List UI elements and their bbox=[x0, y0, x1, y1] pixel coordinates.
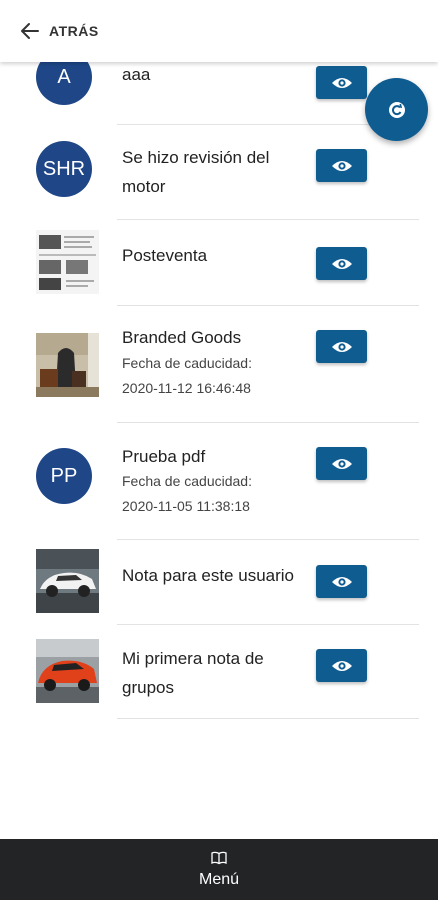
back-label: ATRÁS bbox=[49, 23, 99, 39]
list-item[interactable]: Nota para este usuario bbox=[0, 540, 438, 625]
note-title: aaa bbox=[122, 65, 151, 84]
note-title: Branded Goods bbox=[122, 328, 242, 347]
note-title: Nota para este usuario bbox=[122, 566, 294, 585]
bags-photo bbox=[36, 333, 99, 397]
white-car-photo bbox=[36, 549, 99, 613]
book-icon bbox=[211, 851, 227, 864]
bottom-menu-button[interactable]: Menú bbox=[0, 839, 438, 900]
expiry-label: Fecha de caducidad: bbox=[122, 473, 252, 489]
note-title: Prueba pdf bbox=[122, 447, 206, 466]
view-button[interactable] bbox=[316, 330, 367, 363]
expiry-label: Fecha de caducidad: bbox=[122, 355, 252, 371]
refresh-fab[interactable] bbox=[365, 78, 428, 141]
avatar: PP bbox=[36, 448, 92, 504]
document-thumbnail-image bbox=[36, 230, 99, 294]
menu-label: Menú bbox=[198, 870, 240, 888]
divider bbox=[117, 718, 419, 719]
view-button[interactable] bbox=[316, 447, 367, 480]
eye-icon bbox=[331, 258, 352, 269]
avatar: SHR bbox=[36, 141, 92, 197]
note-title-line2: grupos bbox=[122, 678, 174, 697]
document-thumbnail bbox=[36, 230, 99, 294]
note-title: Se hizo revisión del bbox=[122, 148, 270, 167]
list-item[interactable]: SHR Se hizo revisión del motor bbox=[0, 125, 438, 220]
list-item[interactable]: PP Prueba pdf Fecha de caducidad: 2020-1… bbox=[0, 423, 438, 540]
view-button[interactable] bbox=[316, 149, 367, 182]
view-button[interactable] bbox=[316, 565, 367, 598]
note-title: Mi primera nota de bbox=[122, 649, 264, 668]
list-item[interactable]: Branded Goods Fecha de caducidad: 2020-1… bbox=[0, 306, 438, 423]
view-button[interactable] bbox=[316, 649, 367, 682]
list-item[interactable]: Posteventa bbox=[0, 220, 438, 306]
bags-thumbnail bbox=[36, 333, 99, 397]
eye-icon bbox=[331, 576, 352, 587]
white-car-thumbnail bbox=[36, 549, 99, 613]
expiry-date: 2020-11-12 16:46:48 bbox=[122, 380, 251, 396]
refresh-icon bbox=[388, 101, 405, 118]
red-car-thumbnail bbox=[36, 639, 99, 703]
eye-icon bbox=[331, 160, 352, 171]
view-button[interactable] bbox=[316, 247, 367, 280]
eye-icon bbox=[331, 77, 352, 88]
arrow-left-icon bbox=[21, 23, 39, 39]
note-title-line2: motor bbox=[122, 177, 166, 196]
eye-icon bbox=[331, 660, 352, 671]
view-button[interactable] bbox=[316, 66, 367, 99]
app-header: ATRÁS bbox=[0, 0, 438, 62]
back-button[interactable]: ATRÁS bbox=[20, 21, 99, 41]
list-item[interactable]: Mi primera nota de grupos bbox=[0, 625, 438, 720]
expiry-date: 2020-11-05 11:38:18 bbox=[122, 498, 250, 514]
eye-icon bbox=[331, 458, 352, 469]
note-title: Posteventa bbox=[122, 246, 208, 265]
red-car-photo bbox=[36, 639, 99, 703]
eye-icon bbox=[331, 341, 352, 352]
